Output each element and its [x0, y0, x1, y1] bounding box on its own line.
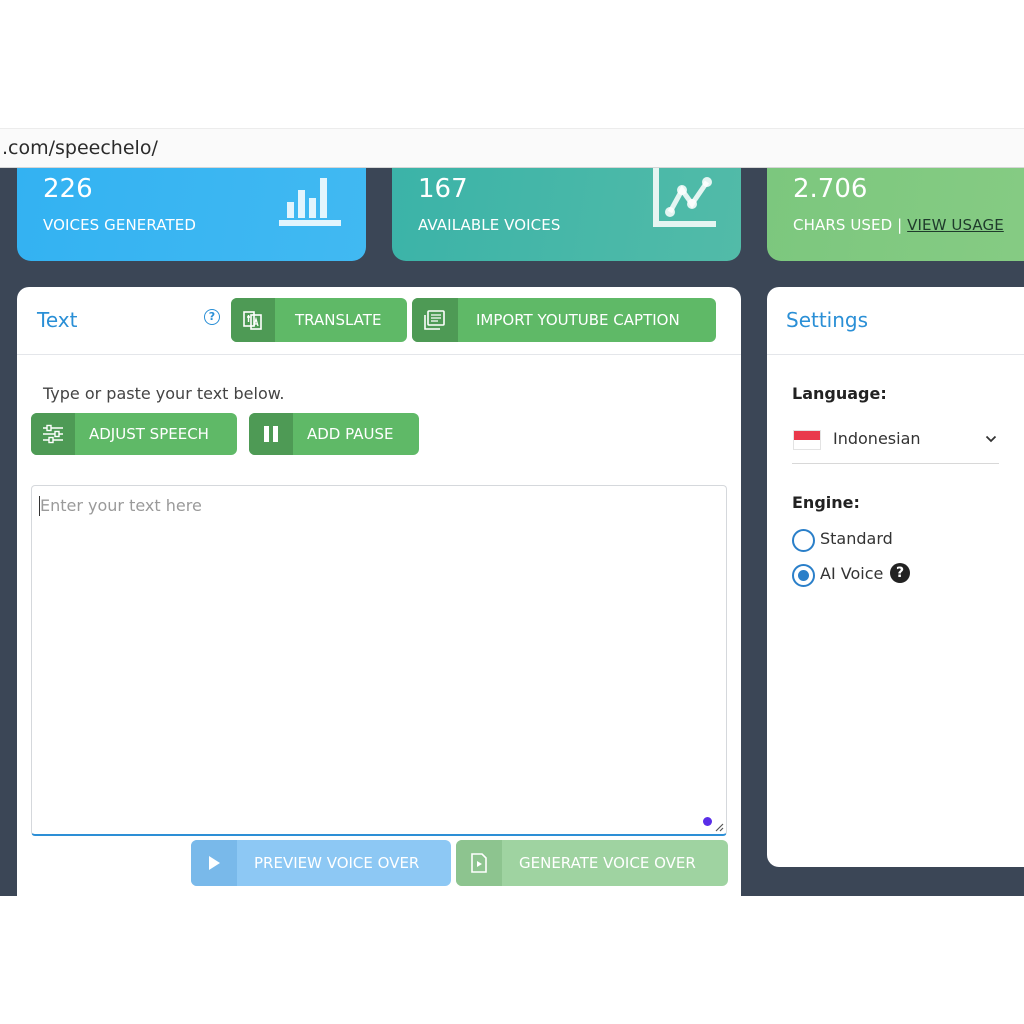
- grammar-dot-icon[interactable]: [703, 817, 712, 826]
- chars-used-label: CHARS USED |: [793, 216, 908, 234]
- preview-voice-over-label: PREVIEW VOICE OVER: [254, 854, 420, 872]
- preview-voice-over-button[interactable]: PREVIEW VOICE OVER: [191, 840, 451, 886]
- generate-voice-over-label: GENERATE VOICE OVER: [519, 854, 696, 872]
- text-panel: Text ? TRANSLATE IMPORT YOUTUBE CAPTION …: [17, 287, 741, 896]
- chevron-down-icon: [985, 435, 997, 443]
- help-icon[interactable]: ?: [890, 563, 910, 583]
- resize-grip-icon[interactable]: [714, 822, 724, 832]
- bar-chart-icon: [279, 178, 341, 226]
- play-icon: [191, 840, 237, 886]
- stat-card-available-voices: 167 AVAILABLE VOICES: [392, 168, 741, 261]
- browser-address-bar[interactable]: .com/speechelo/: [0, 128, 1024, 168]
- stat-label: CHARS USED | VIEW USAGE: [793, 216, 1004, 234]
- settings-panel-header: Settings: [767, 287, 1024, 355]
- text-input[interactable]: Enter your text here: [31, 485, 727, 836]
- audio-file-icon: [456, 840, 502, 886]
- url-text[interactable]: .com/speechelo/: [2, 137, 158, 159]
- indonesia-flag-icon: [793, 430, 821, 450]
- translate-label: TRANSLATE: [295, 311, 382, 329]
- stat-card-chars-used: 2.706 CHARS USED | VIEW USAGE: [767, 168, 1024, 261]
- text-hint: Type or paste your text below.: [43, 384, 285, 403]
- language-label: Language:: [792, 384, 887, 403]
- caption-icon: [412, 298, 458, 342]
- text-panel-title: Text: [37, 308, 78, 332]
- view-usage-link[interactable]: VIEW USAGE: [907, 216, 1004, 234]
- adjust-speech-button[interactable]: ADJUST SPEECH: [31, 413, 237, 455]
- settings-panel: Settings Language: Indonesian Engine: St…: [767, 287, 1024, 867]
- engine-label: Engine:: [792, 493, 860, 512]
- engine-option-label: Standard: [820, 529, 893, 548]
- stat-value: 167: [418, 174, 468, 204]
- text-panel-header: Text ? TRANSLATE IMPORT YOUTUBE CAPTION: [17, 287, 741, 355]
- translate-icon: [231, 298, 275, 342]
- adjust-speech-label: ADJUST SPEECH: [89, 425, 209, 443]
- line-chart-icon: [653, 168, 716, 227]
- language-selected-value: Indonesian: [833, 429, 921, 448]
- radio-standard[interactable]: [792, 529, 815, 552]
- language-select[interactable]: Indonesian: [792, 425, 999, 464]
- radio-ai-voice[interactable]: [792, 564, 815, 587]
- stat-label: AVAILABLE VOICES: [418, 216, 561, 234]
- pause-icon: [249, 413, 293, 455]
- translate-button[interactable]: TRANSLATE: [231, 298, 407, 342]
- settings-panel-title: Settings: [786, 308, 869, 332]
- text-input-placeholder: Enter your text here: [40, 496, 202, 515]
- stat-label: VOICES GENERATED: [43, 216, 196, 234]
- help-icon[interactable]: ?: [204, 309, 220, 325]
- import-youtube-caption-label: IMPORT YOUTUBE CAPTION: [476, 311, 680, 329]
- engine-option-label: AI Voice: [820, 564, 884, 583]
- stat-card-voices-generated: 226 VOICES GENERATED: [17, 168, 366, 261]
- sliders-icon: [31, 413, 75, 455]
- add-pause-button[interactable]: ADD PAUSE: [249, 413, 419, 455]
- add-pause-label: ADD PAUSE: [307, 425, 394, 443]
- import-youtube-caption-button[interactable]: IMPORT YOUTUBE CAPTION: [412, 298, 716, 342]
- app-container: 226 VOICES GENERATED 167 AVAILABLE VOICE…: [0, 168, 1024, 896]
- stat-value: 2.706: [793, 174, 868, 204]
- generate-voice-over-button[interactable]: GENERATE VOICE OVER: [456, 840, 728, 886]
- stat-value: 226: [43, 174, 93, 204]
